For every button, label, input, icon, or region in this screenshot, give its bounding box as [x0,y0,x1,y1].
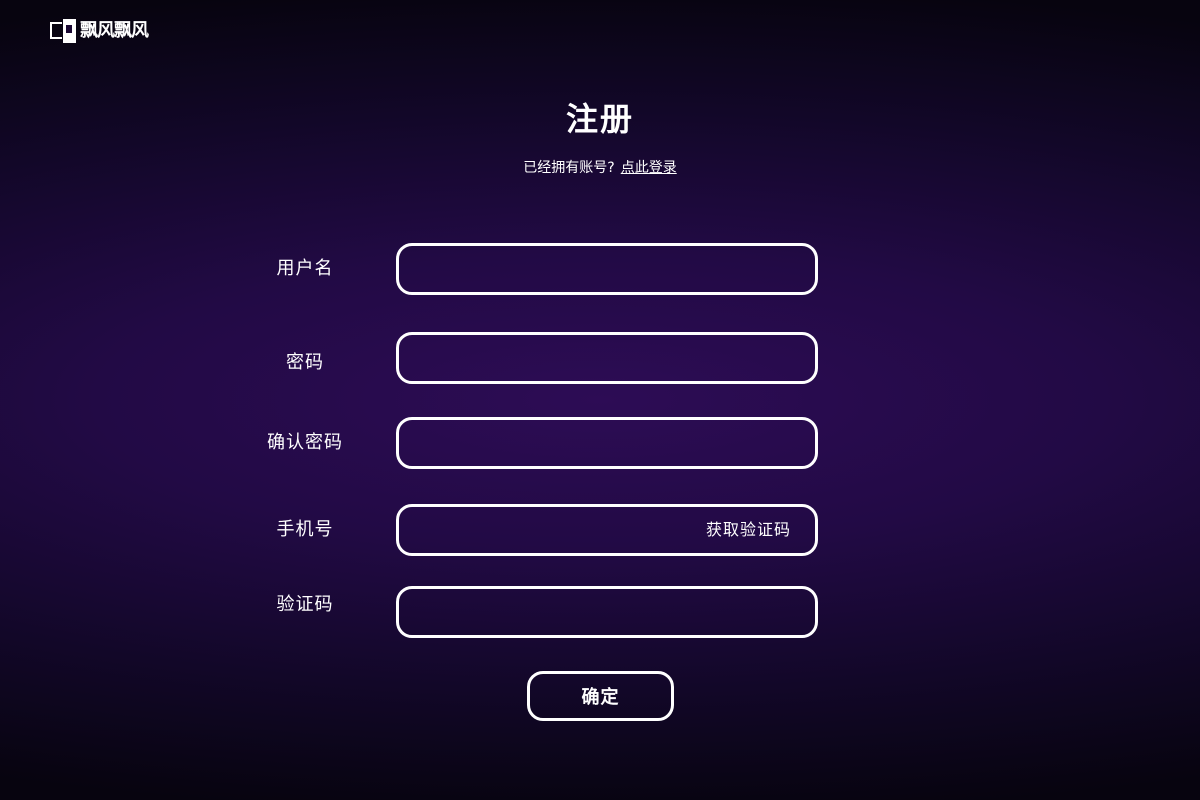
password-label: 密码 [286,352,324,373]
confirm-password-field-box [396,417,818,469]
verification-code-row: 验证码 [0,586,1200,638]
password-field-box [396,332,818,384]
verification-code-field-box [396,586,818,638]
login-link[interactable]: 点此登录 [621,160,677,176]
phone-label: 手机号 [276,519,334,540]
confirm-password-row: 确认密码 [0,417,1200,469]
page-title: 注册 [565,100,634,138]
verification-code-input[interactable] [399,589,815,635]
username-field-box [396,243,818,295]
logo-mark-icon [50,19,78,43]
login-prompt: 已经拥有账号? 点此登录 [0,157,1200,177]
username-input[interactable] [399,246,815,292]
password-input[interactable] [399,335,815,381]
logo-text: 飘风飘风 [80,20,149,41]
phone-row: 手机号 获取验证码 [0,504,1200,556]
phone-field-box: 获取验证码 [396,504,818,556]
login-prompt-text: 已经拥有账号? [523,160,615,176]
confirm-button[interactable]: 确定 [527,671,674,721]
username-row: 用户名 [0,243,1200,295]
get-verification-code-button[interactable]: 获取验证码 [706,507,791,553]
app-logo[interactable]: 飘风飘风 [50,18,149,44]
verification-code-label: 验证码 [276,594,334,615]
username-label: 用户名 [276,258,334,279]
password-row: 密码 [0,332,1200,384]
confirm-password-input[interactable] [399,420,815,466]
confirm-password-label: 确认密码 [267,432,343,453]
